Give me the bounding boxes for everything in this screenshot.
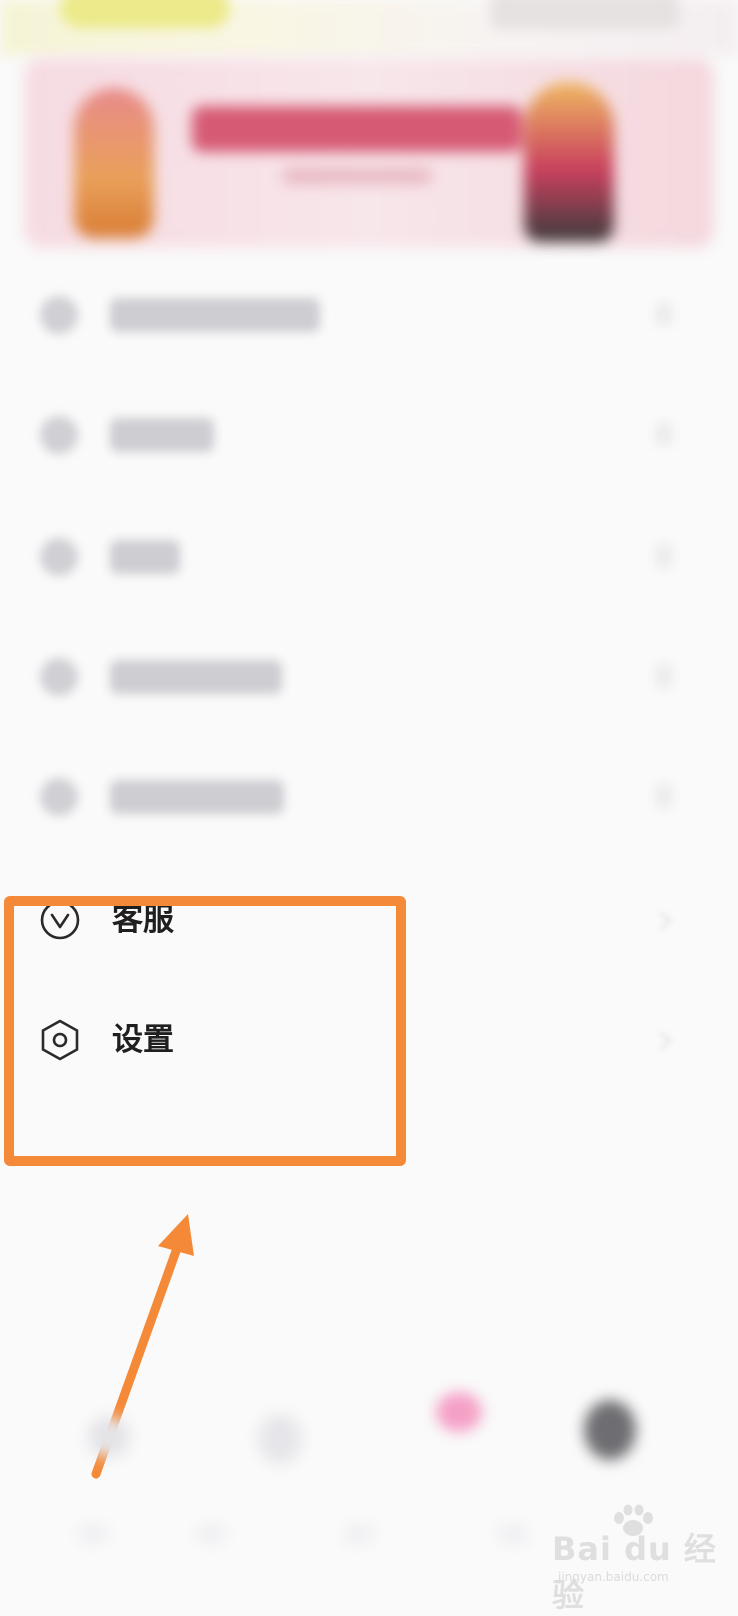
watermark-url: jingyan.baidu.com <box>558 1570 669 1584</box>
nav-tab-label <box>344 1524 374 1544</box>
blurred-icon <box>40 538 78 576</box>
menu-item-settings[interactable]: 设置 <box>0 1000 738 1080</box>
customer-service-icon <box>38 898 82 942</box>
nav-tab-icon[interactable] <box>258 1414 302 1464</box>
blurred-menu-item[interactable] <box>0 636 738 716</box>
nav-tab-label <box>498 1524 528 1544</box>
banner-character-right <box>524 82 614 242</box>
blurred-icon <box>40 658 78 696</box>
baidu-jingyan-watermark: Bai du 经验 jingyan.baidu.com <box>552 1504 738 1614</box>
menu-item-customer-service[interactable]: 客服 <box>0 880 738 960</box>
nav-tab-icon-active[interactable] <box>584 1400 636 1460</box>
blurred-header-element <box>60 0 230 28</box>
nav-tab-label <box>78 1524 108 1544</box>
blurred-header-strip <box>0 0 738 56</box>
chevron-right-icon <box>655 544 673 568</box>
blurred-label <box>110 540 180 574</box>
chevron-right-icon <box>655 664 673 688</box>
banner-subtitle-blurred <box>282 168 432 184</box>
nav-tab-icon[interactable] <box>88 1416 130 1458</box>
settings-hexagon-icon <box>38 1018 82 1062</box>
banner-title-blurred <box>192 106 522 152</box>
blurred-header-element <box>490 0 680 30</box>
blurred-icon <box>40 778 78 816</box>
blurred-menu-item[interactable] <box>0 274 738 354</box>
blurred-label <box>110 780 284 814</box>
chevron-right-icon <box>655 422 673 446</box>
chevron-right-icon <box>658 910 673 932</box>
chevron-right-icon <box>655 784 673 808</box>
menu-item-label: 客服 <box>112 902 174 938</box>
banner-character-left <box>74 88 154 238</box>
chevron-right-icon <box>658 1030 673 1052</box>
blurred-menu-item[interactable] <box>0 516 738 596</box>
nav-tab-icon[interactable] <box>436 1392 482 1432</box>
blurred-label <box>110 298 320 332</box>
blurred-label <box>110 660 282 694</box>
blurred-icon <box>40 296 78 334</box>
blurred-menu-item[interactable] <box>0 394 738 474</box>
blurred-label <box>110 418 214 452</box>
chevron-right-icon <box>655 302 673 326</box>
nav-tab-label <box>196 1524 226 1544</box>
promo-banner[interactable] <box>24 58 714 248</box>
menu-item-label: 设置 <box>112 1022 174 1058</box>
blurred-menu-item[interactable] <box>0 756 738 836</box>
blurred-icon <box>40 416 78 454</box>
